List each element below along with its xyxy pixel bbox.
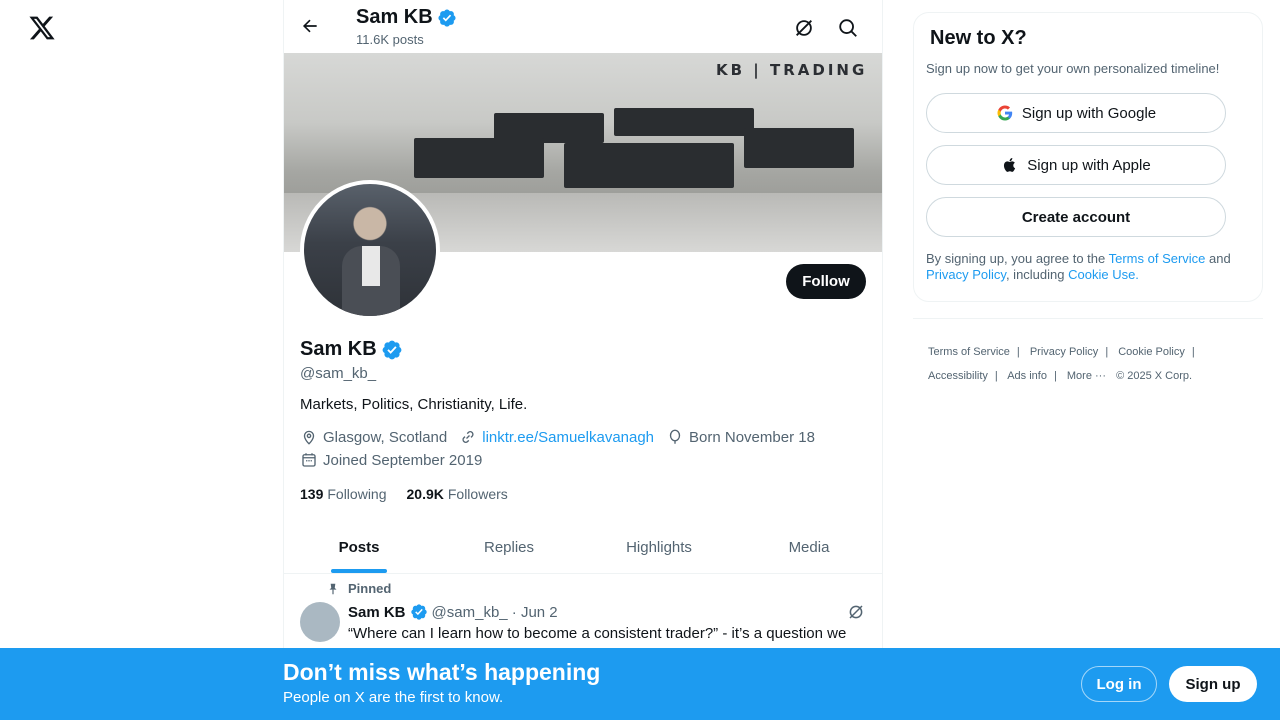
tweet-date[interactable]: · Jun 2	[512, 604, 558, 621]
footer-links: Terms of Service | Privacy Policy | Cookie…	[928, 346, 1195, 382]
footer-accessibility-link[interactable]: Accessibility	[928, 370, 988, 382]
footer-tos-link[interactable]: Terms of Service	[928, 346, 1010, 358]
verified-badge-icon	[410, 604, 427, 620]
google-signup-button[interactable]: Sign up with Google	[926, 93, 1226, 133]
profile-header-bar: Sam KB 11.6K posts	[284, 0, 882, 53]
tab-posts[interactable]: Posts	[284, 520, 434, 573]
banner-brand-text: KB | TRADING	[716, 61, 868, 79]
profile-column: Sam KB 11.6K posts KB | TRADING Follow S…	[283, 0, 883, 720]
header-name-text: Sam KB	[356, 6, 433, 28]
x-logo-icon[interactable]	[28, 14, 56, 42]
following-count: 139	[300, 486, 324, 502]
footer-copyright: © 2025 X Corp.	[1116, 370, 1193, 382]
legal-and: and	[1205, 251, 1231, 266]
followers-count: 20.9K	[406, 486, 444, 502]
cookie-use-link[interactable]: Cookie Use.	[1068, 267, 1139, 282]
pinned-indicator: Pinned	[326, 581, 391, 596]
header-name: Sam KB	[356, 6, 457, 29]
tab-highlights[interactable]: Highlights	[584, 520, 734, 573]
footer-more-button[interactable]: More ···	[1067, 370, 1106, 382]
legal-including: , including	[1005, 267, 1069, 282]
signup-card: New to X? Sign up now to get your own pe…	[913, 12, 1263, 302]
header-post-count: 11.6K posts	[356, 32, 424, 47]
profile-meta-row: Glasgow, Scotland linktr.ee/Samuelkavana…	[300, 428, 827, 446]
tos-link[interactable]: Terms of Service	[1109, 251, 1206, 266]
location-item: Glasgow, Scotland	[300, 428, 447, 446]
tweet-avatar[interactable]	[300, 602, 340, 642]
profile-link[interactable]: linktr.ee/Samuelkavanagh	[482, 429, 654, 446]
profile-tabs: Posts Replies Highlights Media	[284, 520, 882, 574]
location-text: Glasgow, Scotland	[323, 428, 448, 446]
grok-icon[interactable]	[847, 603, 865, 621]
search-icon[interactable]	[837, 17, 859, 39]
create-account-button[interactable]: Create account	[926, 197, 1226, 237]
apple-icon	[1004, 158, 1016, 172]
login-banner-title: Don’t miss what’s happening	[283, 659, 601, 685]
login-button[interactable]: Log in	[1081, 666, 1157, 702]
login-banner: Don’t miss what’s happening People on X …	[0, 648, 1280, 720]
apple-signup-button[interactable]: Sign up with Apple	[926, 145, 1226, 185]
pin-icon	[329, 583, 337, 594]
google-signup-label: Sign up with Google	[1021, 104, 1157, 122]
link-icon	[462, 431, 474, 443]
follow-stats: 139 Following 20.9K Followers	[300, 486, 528, 502]
sidebar-divider	[913, 318, 1263, 319]
follow-button[interactable]: Follow	[786, 264, 866, 299]
tweet-header: Sam KB @sam_kb_ · Jun 2	[348, 603, 558, 621]
followers-link[interactable]: 20.9K Followers	[407, 486, 508, 502]
apple-signup-label: Sign up with Apple	[1027, 156, 1151, 174]
link-item: linktr.ee/Samuelkavanagh	[459, 428, 654, 446]
footer-privacy-link[interactable]: Privacy Policy	[1030, 346, 1098, 358]
grok-icon[interactable]	[793, 17, 815, 39]
calendar-icon	[302, 453, 316, 467]
signup-subtitle: Sign up now to get your own personalized…	[926, 61, 1220, 76]
verified-badge-icon	[438, 8, 456, 27]
joined-text: Joined September 2019	[323, 451, 483, 469]
tab-replies[interactable]: Replies	[434, 520, 584, 573]
balloon-icon	[669, 429, 681, 444]
signup-button[interactable]: Sign up	[1169, 666, 1257, 702]
profile-handle: @sam_kb_	[300, 365, 377, 382]
tab-posts-label: Posts	[338, 539, 380, 556]
tweet-text: “Where can I learn how to become a consi…	[348, 625, 847, 642]
tweet-author[interactable]: Sam KB	[348, 604, 406, 621]
footer-cookie-link[interactable]: Cookie Policy	[1118, 346, 1185, 358]
arrow-left-icon[interactable]	[300, 16, 320, 36]
profile-meta-row-2: Joined September 2019	[300, 451, 494, 469]
tab-highlights-label: Highlights	[626, 539, 692, 556]
signup-title: New to X?	[930, 27, 1027, 49]
joined-item: Joined September 2019	[300, 451, 482, 469]
birthday-item: Born November 18	[666, 428, 815, 446]
location-pin-icon	[303, 430, 315, 445]
tab-replies-label: Replies	[483, 539, 535, 556]
profile-name: Sam KB	[300, 338, 403, 361]
tab-media-label: Media	[788, 539, 830, 556]
pinned-label: Pinned	[348, 581, 392, 596]
birthday-text: Born November 18	[689, 428, 815, 446]
signup-legal-text: By signing up, you agree to the Terms of…	[926, 251, 1246, 283]
tab-media[interactable]: Media	[734, 520, 882, 573]
verified-badge-icon[interactable]	[381, 339, 403, 361]
followers-label: Followers	[447, 486, 508, 502]
following-link[interactable]: 139 Following	[300, 486, 387, 502]
tweet-handle[interactable]: @sam_kb_	[432, 604, 508, 621]
legal-pre: By signing up, you agree to the	[926, 251, 1109, 266]
following-label: Following	[327, 486, 387, 502]
profile-bio: Markets, Politics, Christianity, Life.	[300, 396, 528, 413]
google-icon	[997, 105, 1013, 121]
profile-avatar[interactable]	[300, 180, 440, 320]
login-banner-subtitle: People on X are the first to know.	[283, 689, 504, 706]
privacy-link[interactable]: Privacy Policy	[926, 267, 1006, 282]
active-tab-indicator	[331, 569, 387, 573]
profile-name-text: Sam KB	[300, 338, 377, 360]
footer-ads-info-link[interactable]: Ads info	[1007, 370, 1047, 382]
